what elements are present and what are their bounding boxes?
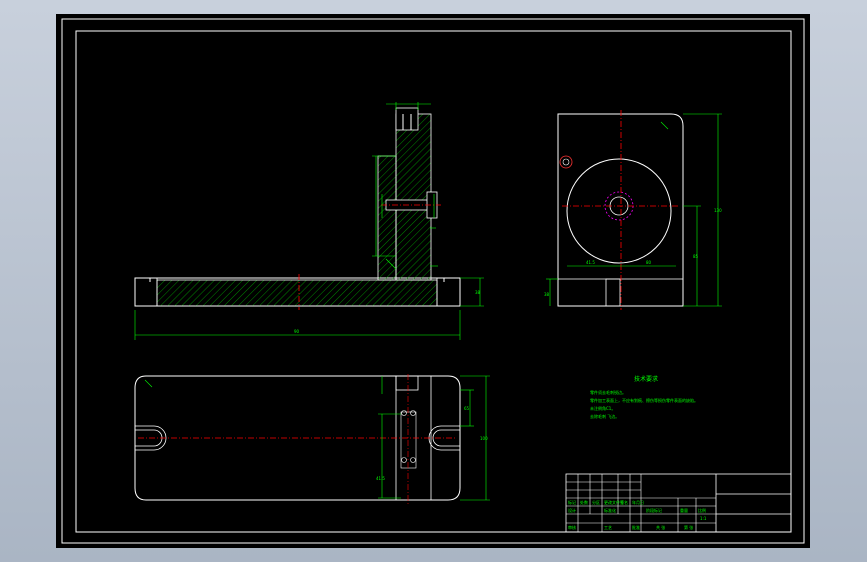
- tech-notes-title: 技术要求: [634, 375, 658, 383]
- front-section-view: 90 38: [134, 102, 484, 340]
- tb-total-sheets: 共 张: [656, 524, 665, 530]
- tech-note-2: 零件加工表面上，不应有划痕、擦伤等损伤零件表面的缺陷。: [590, 397, 698, 403]
- drawing-sheet[interactable]: 90 38 130 85 38 41.5 80 100 65 41.5 技术要求…: [56, 14, 810, 548]
- tech-note-1: 零件须去毛刺锐边。: [590, 389, 626, 395]
- dim-side-width-b: 80: [646, 260, 652, 265]
- technical-notes: 技术要求 零件须去毛刺锐边。 零件加工表面上，不应有划痕、擦伤等损伤零件表面的缺…: [590, 375, 698, 419]
- tb-scale: 1:1: [700, 516, 707, 521]
- title-block: 标记 处数 分区 更改文件号 签名 年月日 设计 标准化 阶段标记 重量 比例 …: [565, 473, 792, 533]
- dim-plan-left: 41.5: [376, 476, 385, 481]
- tb-design: 设计: [568, 507, 576, 513]
- dim-plan-width: 100: [480, 436, 488, 441]
- tb-approve: 批准: [632, 524, 640, 530]
- tb-date: 年月日: [632, 499, 644, 505]
- dim-side-height: 130: [714, 208, 722, 213]
- tb-count: 处数: [580, 499, 588, 505]
- dim-plan-inner: 65: [464, 406, 470, 411]
- tb-mark: 标记: [568, 499, 576, 505]
- tb-stage: 阶段标记: [646, 507, 662, 513]
- plan-view: 100 65 41.5: [134, 374, 490, 504]
- dim-base-height: 38: [475, 290, 481, 295]
- tb-scale-label: 比例: [698, 507, 706, 513]
- tb-weight: 重量: [680, 507, 688, 513]
- tb-zone: 分区: [592, 499, 600, 505]
- dim-right: 85: [693, 254, 699, 259]
- tb-process: 工艺: [604, 525, 612, 530]
- tech-note-4: 去除毛刺 飞边。: [590, 413, 619, 419]
- cad-viewport[interactable]: 90 38 130 85 38 41.5 80 100 65 41.5 技术要求…: [0, 0, 867, 562]
- dim-side-width-a: 41.5: [586, 260, 595, 265]
- tb-sheet-no: 第 张: [684, 524, 693, 530]
- side-view: 130 85 38 41.5 80: [544, 110, 722, 310]
- dim-overall-length: 90: [294, 329, 300, 334]
- tech-note-3: 未注倒角C1。: [590, 405, 615, 411]
- tb-review: 审核: [568, 524, 576, 530]
- dim-side-base: 38: [544, 292, 550, 297]
- tb-sign: 签名: [620, 499, 628, 505]
- tb-standard: 标准化: [604, 507, 616, 513]
- drawing-canvas: 90 38 130 85 38 41.5 80 100 65 41.5 技术要求…: [61, 18, 805, 544]
